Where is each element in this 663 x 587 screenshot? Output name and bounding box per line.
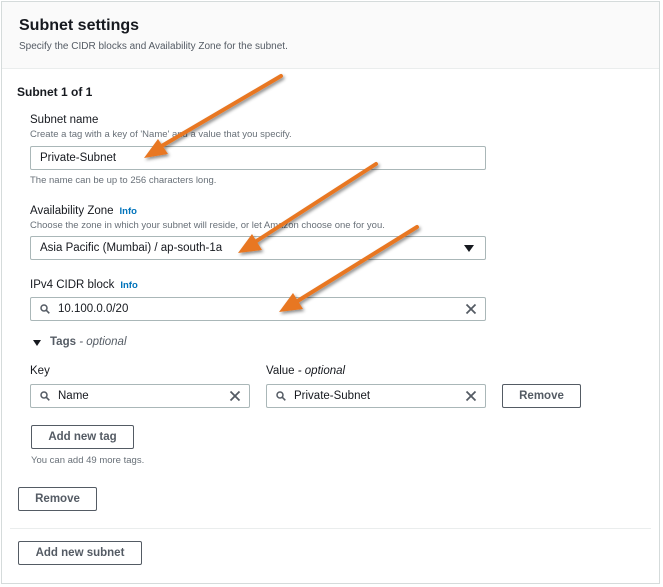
- caret-down-icon: [464, 245, 474, 252]
- az-selected-value: Asia Pacific (Mumbai) / ap-south-1a: [40, 242, 223, 254]
- az-info-link[interactable]: Info: [120, 206, 137, 217]
- cidr-info-link[interactable]: Info: [120, 280, 137, 291]
- tag-value-label: Value - optional: [266, 365, 345, 377]
- cidr-value: 10.100.0.0/20: [58, 303, 129, 315]
- clear-icon[interactable]: [465, 390, 477, 402]
- az-description: Choose the zone in which your subnet wil…: [30, 220, 385, 231]
- remove-subnet-button[interactable]: Remove: [18, 487, 97, 511]
- search-icon: [276, 391, 286, 401]
- tags-remaining-hint: You can add 49 more tags.: [31, 455, 145, 466]
- subnet-name-description: Create a tag with a key of 'Name' and a …: [30, 129, 292, 140]
- az-select[interactable]: Asia Pacific (Mumbai) / ap-south-1a: [30, 236, 486, 260]
- panel-description: Specify the CIDR blocks and Availability…: [19, 41, 288, 52]
- subnet-name-hint: The name can be up to 256 characters lon…: [30, 175, 217, 186]
- remove-tag-button[interactable]: Remove: [502, 384, 581, 408]
- tag-key-label: Key: [30, 365, 50, 377]
- tags-heading-suffix: - optional: [79, 336, 127, 348]
- tag-key-input[interactable]: Name: [30, 384, 250, 408]
- cidr-input[interactable]: 10.100.0.0/20: [30, 297, 486, 321]
- clear-icon[interactable]: [465, 303, 477, 315]
- search-icon: [40, 391, 50, 401]
- tag-key-value: Name: [58, 390, 89, 402]
- tags-toggle[interactable]: Tags - optional: [50, 336, 127, 348]
- clear-icon[interactable]: [229, 390, 241, 402]
- tag-value-input[interactable]: Private-Subnet: [266, 384, 486, 408]
- add-new-subnet-button[interactable]: Add new subnet: [18, 541, 142, 565]
- panel-header: Subnet settings Specify the CIDR blocks …: [2, 2, 659, 69]
- az-label-text: Availability Zone: [30, 205, 114, 217]
- tags-heading: Tags: [50, 336, 76, 348]
- tag-value-label-text: Value: [266, 365, 295, 377]
- subnet-name-value: Private-Subnet: [40, 152, 117, 164]
- subnet-settings-panel: Subnet settings Specify the CIDR blocks …: [1, 1, 660, 584]
- panel-title: Subnet settings: [19, 17, 140, 34]
- search-icon: [40, 304, 50, 314]
- subnet-name-label: Subnet name: [30, 114, 99, 126]
- add-new-tag-button[interactable]: Add new tag: [31, 425, 134, 449]
- cidr-label-text: IPv4 CIDR block: [30, 279, 115, 291]
- tag-value-label-suffix: - optional: [297, 365, 346, 377]
- cidr-label: IPv4 CIDR block Info: [30, 279, 138, 291]
- subnet-name-input[interactable]: Private-Subnet: [30, 146, 486, 170]
- tag-value-value: Private-Subnet: [294, 390, 371, 402]
- divider: [10, 528, 651, 529]
- az-label: Availability Zone Info: [30, 205, 137, 217]
- expand-triangle-icon[interactable]: [33, 340, 41, 346]
- subnet-counter: Subnet 1 of 1: [17, 85, 93, 99]
